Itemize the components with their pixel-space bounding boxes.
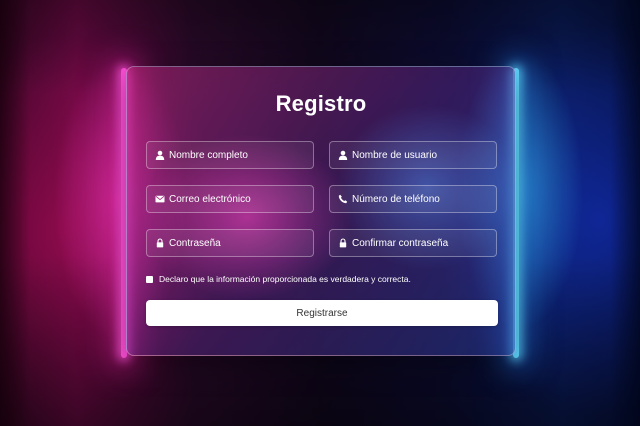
phone-field[interactable]: Número de teléfono	[329, 185, 497, 213]
confirm-password-field[interactable]: Confirmar contraseña	[329, 229, 497, 257]
full-name-field[interactable]: Nombre completo	[146, 141, 314, 169]
username-field[interactable]: Nombre de usuario	[329, 141, 497, 169]
declaration-label: Declaro que la información proporcionada…	[159, 274, 411, 284]
envelope-icon	[155, 194, 165, 204]
phone-placeholder: Número de teléfono	[352, 193, 440, 205]
form-title: Registro	[275, 91, 367, 116]
full-name-placeholder: Nombre completo	[169, 149, 248, 161]
password-field[interactable]: Contraseña	[146, 229, 314, 257]
registration-card: Registro Nombre completo Nombre de usuar…	[126, 66, 516, 356]
confirm-password-placeholder: Confirmar contraseña	[352, 237, 449, 249]
username-placeholder: Nombre de usuario	[352, 149, 438, 161]
email-placeholder: Correo electrónico	[169, 193, 251, 205]
wall-right	[610, 0, 640, 426]
lock-icon	[338, 238, 348, 248]
user-icon	[155, 150, 165, 160]
password-placeholder: Contraseña	[169, 237, 221, 249]
user-icon	[338, 150, 348, 160]
phone-icon	[338, 194, 348, 204]
declaration-row: Declaro que la información proporcionada…	[146, 274, 411, 284]
lock-icon	[155, 238, 165, 248]
background-scene: Registro Nombre completo Nombre de usuar…	[0, 0, 640, 426]
declaration-checkbox[interactable]	[146, 275, 153, 283]
register-button[interactable]: Registrarse	[146, 300, 498, 326]
email-field[interactable]: Correo electrónico	[146, 185, 314, 213]
wall-left	[0, 0, 30, 426]
